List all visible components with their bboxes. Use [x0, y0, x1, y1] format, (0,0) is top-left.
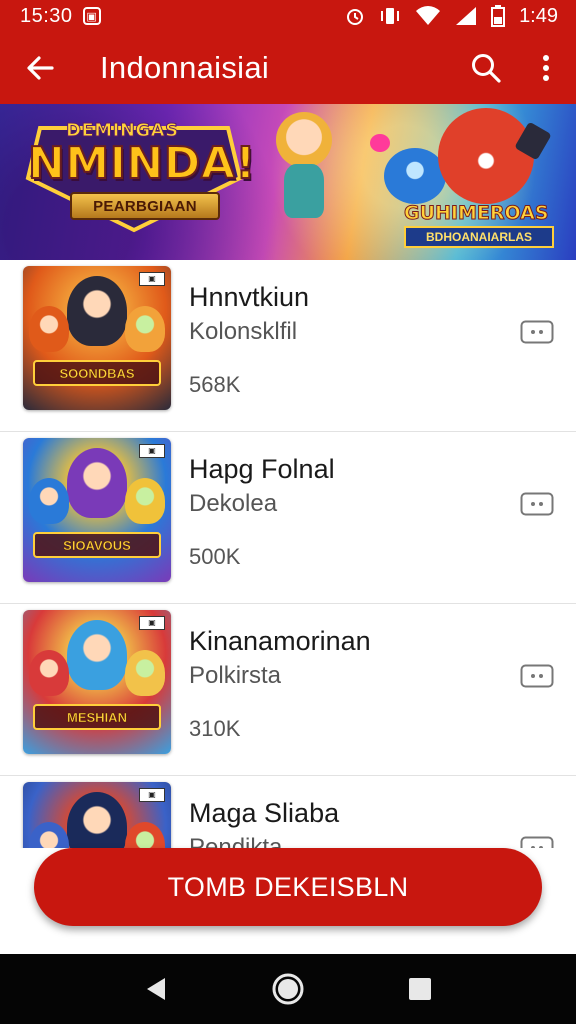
promo-banner[interactable]: DEMINGAS NMINDA! PEARBGIAAN GUHIMEROAS B…: [0, 104, 576, 260]
vibrate-icon: [381, 8, 400, 24]
nav-back-button[interactable]: [126, 959, 186, 1019]
app-actions: [456, 36, 576, 100]
list-item[interactable]: ▣ MESHIAN Kinanamorinan Polkirsta 310K: [0, 604, 576, 776]
download-icon: [520, 492, 554, 516]
item-title: Hnnvtkiun: [189, 282, 310, 312]
signal-icon: [456, 7, 477, 25]
notification-icon: ▣: [82, 7, 101, 25]
thumbnail-sidekick-right: [125, 650, 165, 696]
banner-character-blue-creature: [384, 148, 446, 204]
status-right: 1:49: [345, 5, 558, 28]
nav-home-icon: [272, 973, 304, 1005]
app-bar: Indonnaisiai: [0, 36, 576, 100]
item-title: Hapg Folnal: [189, 454, 335, 484]
item-title: Maga Sliaba: [189, 798, 340, 828]
thumbnail-label: SOONDBAS: [33, 360, 161, 386]
item-subtitle: Kolonsklfil: [189, 318, 298, 345]
back-button[interactable]: [0, 36, 80, 100]
game-thumbnail[interactable]: ▣ SOONDBAS: [23, 266, 171, 410]
search-icon: [472, 54, 501, 83]
wifi-icon: [416, 6, 441, 26]
banner-ribbon: PEARBGIAAN: [70, 192, 220, 220]
thumbnail-sidekick-right: [125, 306, 165, 352]
nav-back-icon: [147, 978, 165, 1000]
nav-recents-button[interactable]: [390, 959, 450, 1019]
more-vert-icon: [543, 55, 549, 81]
thumbnail-sidekick-left: [29, 306, 69, 352]
banner-character-red-fox: [438, 108, 534, 204]
download-icon: [520, 320, 554, 344]
primary-action-button[interactable]: TOMB DEKEISBLN: [34, 848, 542, 926]
alarm-icon: [347, 9, 364, 25]
thumbnail-sidekick-left: [29, 478, 69, 524]
item-title: Kinanamorinan: [189, 626, 371, 656]
battery-icon: [491, 5, 506, 27]
thumbnail-badge: ▣: [139, 616, 165, 630]
thumbnail-hero: [67, 448, 127, 518]
banner-right-logo: GUHIMEROAS BDHOANAIARLAS: [404, 202, 554, 248]
item-action-button[interactable]: [518, 490, 556, 518]
thumbnail-badge: ▣: [139, 444, 165, 458]
list-item[interactable]: ▣ SIOAVOUS Hapg Folnal Dekolea 500K: [0, 432, 576, 604]
thumbnail-badge: ▣: [139, 788, 165, 802]
nav-home-button[interactable]: [258, 959, 318, 1019]
banner-right-title: GUHIMEROAS: [404, 202, 550, 225]
list-item[interactable]: ▣ SOONDBAS Hnnvtkiun Kolonsklfil 568K: [0, 260, 576, 432]
more-options-button[interactable]: [516, 36, 576, 100]
item-subtitle: Dekolea: [189, 490, 278, 517]
status-left: 15:30 ▣: [20, 5, 101, 28]
status-bar: 15:30 ▣ 1:49: [0, 0, 576, 32]
item-action-button[interactable]: [518, 318, 556, 346]
thumbnail-sidekick-right: [125, 478, 165, 524]
game-thumbnail[interactable]: ▣ SIOAVOUS: [23, 438, 171, 582]
banner-character-girl-body: [284, 164, 324, 218]
header: 15:30 ▣ 1:49 Indonnaisiai: [0, 0, 576, 104]
thumbnail-hero: [67, 620, 127, 690]
thumbnail-hero: [67, 276, 127, 346]
banner-main-text: NMINDA!: [27, 137, 256, 190]
status-time: 15:30: [20, 4, 73, 27]
thumbnail-label: SIOAVOUS: [33, 532, 161, 558]
system-nav-bar: [0, 954, 576, 1024]
item-action-button[interactable]: [518, 662, 556, 690]
cta-area: TOMB DEKEISBLN: [0, 848, 576, 954]
search-button[interactable]: [456, 36, 516, 100]
banner-right-subtitle: BDHOANAIARLAS: [404, 226, 554, 248]
banner-character-girl: [276, 112, 332, 168]
download-icon: [520, 664, 554, 688]
item-count: 568K: [189, 372, 241, 397]
item-count: 310K: [189, 716, 241, 741]
thumbnail-sidekick-left: [29, 650, 69, 696]
nav-recents-icon: [409, 978, 431, 1000]
item-count: 500K: [189, 544, 241, 569]
game-thumbnail[interactable]: ▣ MESHIAN: [23, 610, 171, 754]
banner-heart: [370, 134, 390, 152]
thumbnail-label: MESHIAN: [33, 704, 161, 730]
thumbnail-badge: ▣: [139, 272, 165, 286]
item-subtitle: Polkirsta: [189, 662, 282, 689]
game-list: ▣ SOONDBAS Hnnvtkiun Kolonsklfil 568K ▣ SIOAVO…: [0, 260, 576, 948]
arrow-left-icon: [27, 56, 54, 80]
screen: 15:30 ▣ 1:49 Indonnaisiai DEMINGAS NMIND…: [0, 0, 576, 1024]
status-clock: 1:49: [519, 4, 558, 27]
page-title: Indonnaisiai: [100, 50, 270, 85]
